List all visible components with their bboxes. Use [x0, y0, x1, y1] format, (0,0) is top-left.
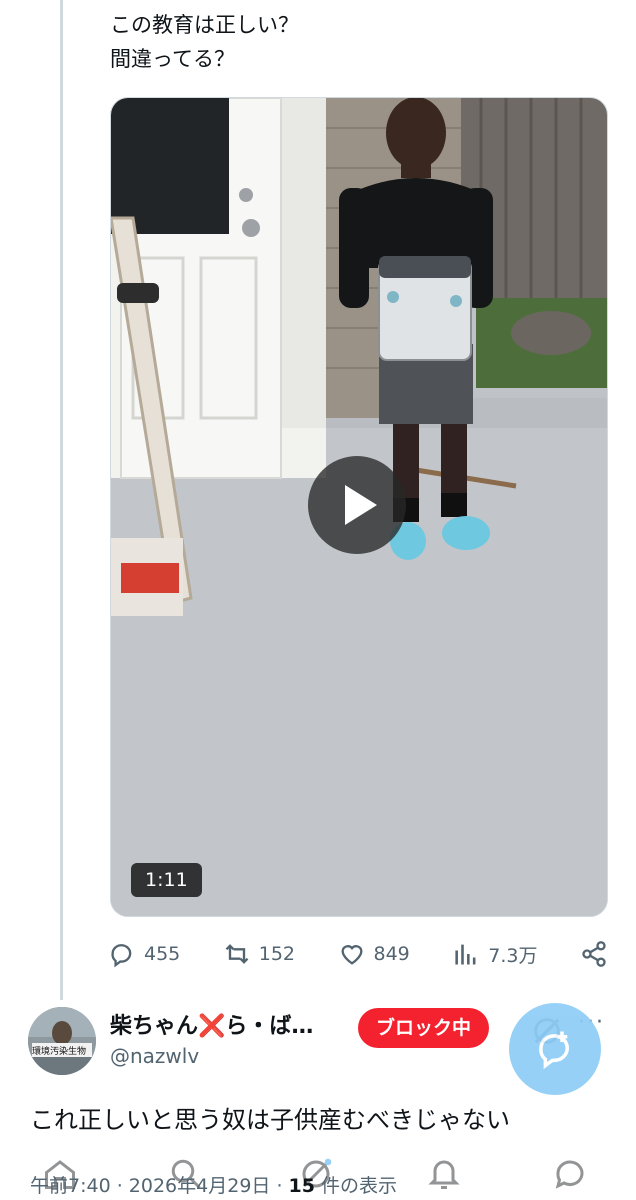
video-duration: 1:11 — [131, 863, 202, 897]
avatar[interactable]: 環境汚染生物 — [28, 1007, 96, 1075]
post-timestamp: 午前7:40 · 2026年4月29日 · — [30, 1175, 289, 1197]
share-button[interactable] — [580, 940, 608, 968]
avatar-image — [28, 1007, 96, 1075]
video-player[interactable]: 1:11 — [110, 97, 608, 917]
avatar-caption: 環境汚染生物 — [32, 1047, 87, 1057]
post-text: この教育は正しい？ 間違ってる？ — [110, 8, 299, 76]
reply-text: これ正しいと思う奴は子供産むべきじゃない — [30, 1106, 510, 1134]
repost-button[interactable]: 152 — [223, 940, 295, 968]
reply-button[interactable]: 455 — [108, 940, 180, 968]
like-button[interactable]: 849 — [338, 940, 410, 968]
play-icon — [345, 485, 377, 525]
blocked-badge[interactable]: ブロック中 — [358, 1008, 490, 1048]
notifications-icon[interactable] — [426, 1156, 462, 1192]
reply-handle[interactable]: @nazwlv — [110, 1044, 199, 1068]
views-button[interactable]: 7.3万 — [452, 940, 537, 968]
messages-icon[interactable] — [552, 1156, 588, 1192]
post-text-line-1: この教育は正しい？ — [110, 13, 299, 37]
like-count: 849 — [373, 943, 410, 965]
speech-bubble-icon — [111, 944, 132, 968]
display-name-rest: ら・ば… — [225, 1014, 314, 1039]
view-count-number: 15 — [288, 1175, 315, 1197]
display-name-text: 柴ちゃん — [110, 1014, 199, 1039]
repost-arrows-icon — [225, 944, 249, 964]
view-count-suffix: 件の表示 — [314, 1175, 398, 1197]
post-meta-line: 午前7:40 · 2026年4月29日 · 15 件の表示 — [30, 1171, 397, 1198]
view-count: 7.3万 — [488, 944, 538, 967]
thread-line — [60, 0, 63, 1000]
post-action-bar: 455 152 849 7.3万 — [108, 934, 608, 974]
heart-icon — [340, 945, 363, 965]
compose-reply-button[interactable] — [509, 1003, 601, 1095]
x-mark-icon: ❌ — [198, 1014, 226, 1039]
share-icon — [582, 941, 606, 967]
post-text-line-2: 間違ってる？ — [110, 47, 235, 71]
reply-count: 455 — [144, 943, 181, 965]
play-button[interactable] — [308, 456, 406, 554]
compose-reply-icon — [539, 1031, 570, 1070]
bar-chart-icon — [455, 944, 476, 965]
reply-display-name[interactable]: 柴ちゃん❌ら・ば… — [110, 1008, 313, 1040]
repost-count: 152 — [258, 943, 296, 965]
